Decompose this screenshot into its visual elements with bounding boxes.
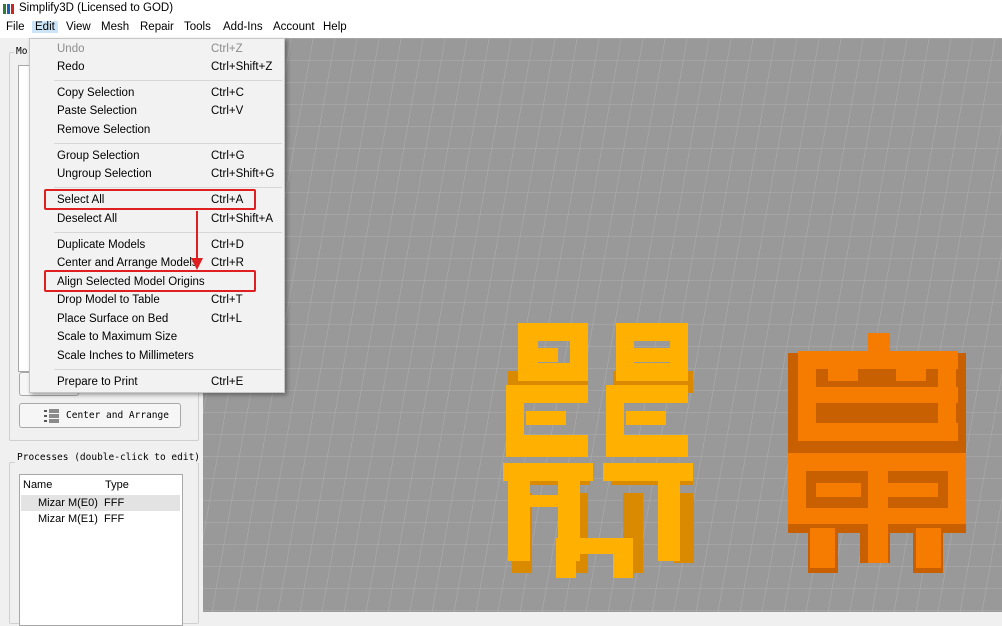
3d-viewport[interactable] — [203, 38, 1002, 612]
menu-item-ungroup-selection[interactable]: Ungroup Selection Ctrl+Shift+G — [30, 166, 284, 184]
center-and-arrange-label: Center and Arrange — [66, 410, 169, 421]
menu-item-scale-to-maximum-size[interactable]: Scale to Maximum Size — [30, 329, 284, 347]
menu-add-ins[interactable]: Add-Ins — [223, 21, 263, 33]
window-title: Simplify3D (Licensed to GOD) — [19, 2, 174, 14]
menu-item-deselect-all[interactable]: Deselect All Ctrl+Shift+A — [30, 211, 284, 229]
menu-account[interactable]: Account — [273, 21, 315, 33]
menu-item-copy-selection[interactable]: Copy Selection Ctrl+C — [30, 85, 284, 103]
menu-mesh[interactable]: Mesh — [101, 21, 129, 33]
title-bar: Simplify3D (Licensed to GOD) — [0, 0, 1002, 18]
models-group-label: Mo — [14, 46, 30, 57]
process-type: FFF — [104, 513, 125, 525]
process-type: FFF — [104, 497, 125, 509]
menu-item-prepare-to-print[interactable]: Prepare to Print Ctrl+E — [30, 374, 284, 392]
menu-item-remove-selection[interactable]: Remove Selection — [30, 122, 284, 140]
menu-separator — [54, 369, 282, 370]
menu-repair[interactable]: Repair — [140, 21, 174, 33]
annotation-box-align-origins — [44, 270, 256, 292]
menu-item-group-selection[interactable]: Group Selection Ctrl+G — [30, 148, 284, 166]
edit-menu-dropdown: Undo Ctrl+Z Redo Ctrl+Shift+Z Copy Selec… — [29, 38, 285, 393]
menu-separator — [54, 187, 282, 188]
menu-help[interactable]: Help — [323, 21, 347, 33]
column-header-name: Name — [23, 479, 53, 491]
menu-item-paste-selection[interactable]: Paste Selection Ctrl+V — [30, 103, 284, 121]
process-name: Mizar M(E0) — [38, 497, 98, 509]
menu-tools[interactable]: Tools — [184, 21, 211, 33]
menu-view[interactable]: View — [66, 21, 91, 33]
menu-file[interactable]: File — [6, 21, 25, 33]
processes-group-label: Processes (double-click to edit) — [15, 452, 203, 463]
menu-separator — [54, 232, 282, 233]
column-header-type: Type — [105, 479, 129, 491]
menu-item-undo[interactable]: Undo Ctrl+Z — [30, 41, 284, 59]
menu-item-drop-model-to-table[interactable]: Drop Model to Table Ctrl+T — [30, 292, 284, 310]
arrange-icon — [44, 409, 59, 423]
process-name: Mizar M(E1) — [38, 513, 98, 525]
menu-separator — [54, 80, 282, 81]
menu-item-place-surface-on-bed[interactable]: Place Surface on Bed Ctrl+L — [30, 311, 284, 329]
simplify3d-logo-icon — [3, 4, 14, 14]
process-row[interactable]: Mizar M(E0) FFF — [21, 495, 180, 511]
menu-item-scale-inches-to-millimeters[interactable]: Scale Inches to Millimeters — [30, 348, 284, 366]
menu-item-duplicate-models[interactable]: Duplicate Models Ctrl+D — [30, 237, 284, 255]
menu-item-redo[interactable]: Redo Ctrl+Shift+Z — [30, 59, 284, 77]
center-and-arrange-button[interactable]: Center and Arrange — [19, 403, 181, 428]
yellow-model — [503, 323, 694, 578]
processes-list: Name Type Mizar M(E0) FFF Mizar M(E1) FF… — [19, 474, 183, 626]
menu-separator — [54, 143, 282, 144]
annotation-box-select-all — [44, 189, 256, 210]
orange-model — [788, 333, 966, 573]
process-row[interactable]: Mizar M(E1) FFF — [21, 511, 180, 527]
menu-bar: File Edit View Mesh Repair Tools Add-Ins… — [0, 18, 1002, 38]
menu-edit[interactable]: Edit — [32, 21, 58, 33]
